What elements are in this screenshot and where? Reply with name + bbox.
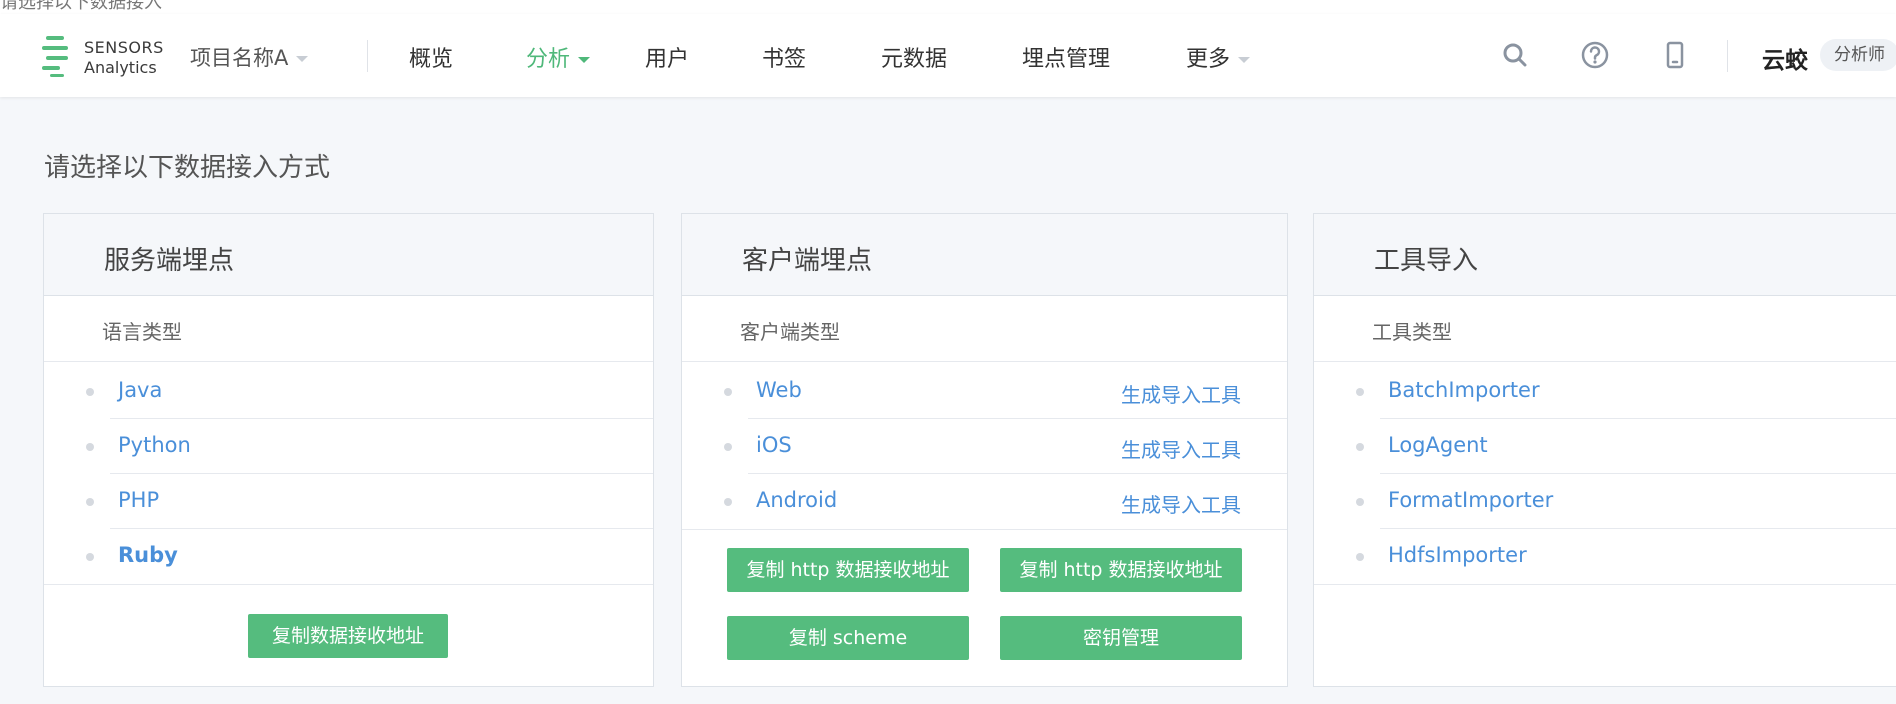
logo[interactable]: SENSORS Analytics [42, 34, 167, 78]
language-link-python[interactable]: Python [118, 433, 191, 457]
nav-item-tracking-management[interactable]: 埋点管理 [1022, 41, 1110, 73]
card-subtitle: 工具类型 [1372, 320, 1452, 344]
card-subheader: 工具类型 [1314, 296, 1896, 362]
generate-import-tool-link[interactable]: 生成导入工具 [1121, 489, 1241, 518]
client-link-android[interactable]: Android [756, 488, 837, 512]
caret-down-icon [1238, 57, 1251, 63]
project-name: 项目名称A [190, 46, 289, 70]
project-selector[interactable]: 项目名称A [190, 42, 309, 72]
list-item: PHP [44, 474, 653, 529]
tool-link-batchimporter[interactable]: BatchImporter [1388, 378, 1540, 402]
generate-import-tool-link[interactable]: 生成导入工具 [1121, 379, 1241, 408]
list-item: Android 生成导入工具 [682, 474, 1287, 529]
card-header: 工具导入 [1314, 214, 1896, 296]
nav-item-metadata[interactable]: 元数据 [881, 41, 947, 73]
list-item: HdfsImporter [1314, 529, 1896, 584]
tool-link-hdfsimporter[interactable]: HdfsImporter [1388, 543, 1527, 567]
list-item: FormatImporter [1314, 474, 1896, 529]
top-strip: 请选择以下数据接入 [0, 0, 1896, 14]
card-header: 服务端埋点 [44, 214, 653, 296]
page-title: 请选择以下数据接入方式 [44, 153, 331, 183]
nav-divider [1727, 40, 1728, 72]
search-icon[interactable] [1500, 40, 1530, 70]
user-name[interactable]: 云蛟 [1762, 41, 1808, 75]
role-badge: 分析师 [1820, 39, 1896, 71]
list-item: Python [44, 419, 653, 474]
list-item: Ruby [44, 529, 653, 584]
server-tracking-card: 服务端埋点 语言类型 Java Python PHP Ruby 复制数据接收地址 [43, 213, 654, 687]
mobile-icon[interactable] [1660, 40, 1690, 70]
tool-import-card: 工具导入 工具类型 BatchImporter LogAgent FormatI… [1313, 213, 1896, 687]
language-link-java[interactable]: Java [118, 378, 162, 402]
card-subtitle: 客户端类型 [740, 320, 840, 344]
card-title: 服务端埋点 [104, 246, 235, 276]
copy-http-url-button[interactable]: 复制 http 数据接收地址 [727, 548, 969, 592]
generate-import-tool-link[interactable]: 生成导入工具 [1121, 434, 1241, 463]
list-item: BatchImporter [1314, 364, 1896, 419]
logo-text-line2: Analytics [84, 58, 157, 77]
card-title: 工具导入 [1374, 246, 1479, 276]
nav-divider [367, 40, 368, 72]
nav-item-users[interactable]: 用户 [645, 41, 689, 73]
nav-item-bookmarks[interactable]: 书签 [762, 41, 806, 73]
copy-http-url-button[interactable]: 复制 http 数据接收地址 [1000, 548, 1242, 592]
key-management-button[interactable]: 密钥管理 [1000, 616, 1242, 660]
nav-item-more[interactable]: 更多 [1186, 41, 1251, 73]
list-item: iOS 生成导入工具 [682, 419, 1287, 474]
list-item: LogAgent [1314, 419, 1896, 474]
top-navbar: SENSORS Analytics 项目名称A 概览 分析 用户 书签 元数据 … [0, 14, 1896, 97]
list-item: Web 生成导入工具 [682, 364, 1287, 419]
client-tracking-card: 客户端埋点 客户端类型 Web 生成导入工具 iOS 生成导入工具 Android 生… [681, 213, 1288, 687]
card-subtitle: 语言类型 [102, 320, 182, 344]
help-icon[interactable] [1580, 40, 1610, 70]
nav-item-analysis[interactable]: 分析 [526, 41, 591, 73]
card-subheader: 客户端类型 [682, 296, 1287, 362]
card-subheader: 语言类型 [44, 296, 653, 362]
card-header: 客户端埋点 [682, 214, 1287, 296]
nav-item-overview[interactable]: 概览 [409, 41, 453, 73]
list-item: Java [44, 364, 653, 419]
tool-link-formatimporter[interactable]: FormatImporter [1388, 488, 1553, 512]
sensors-logo-icon [42, 34, 72, 78]
client-link-ios[interactable]: iOS [756, 433, 792, 457]
caret-down-icon [296, 56, 309, 62]
language-link-php[interactable]: PHP [118, 488, 159, 512]
tool-link-logagent[interactable]: LogAgent [1388, 433, 1488, 457]
caret-down-icon [578, 57, 591, 63]
top-strip-text: 请选择以下数据接入 [0, 0, 162, 13]
logo-text-line1: SENSORS [84, 38, 164, 57]
client-link-web[interactable]: Web [756, 378, 802, 402]
copy-scheme-button[interactable]: 复制 scheme [727, 616, 969, 660]
card-title: 客户端埋点 [742, 246, 873, 276]
copy-receive-url-button[interactable]: 复制数据接收地址 [248, 614, 448, 658]
language-link-ruby[interactable]: Ruby [118, 543, 178, 567]
